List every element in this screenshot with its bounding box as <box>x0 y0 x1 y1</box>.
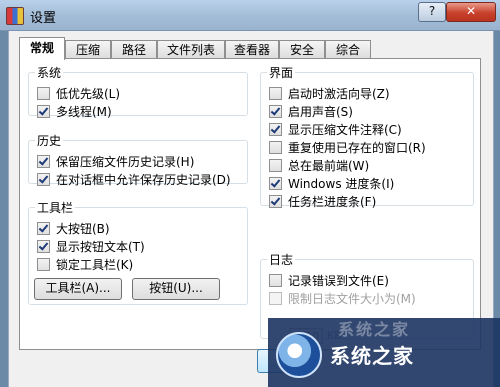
checkbox-box[interactable] <box>37 172 50 186</box>
tab-compression[interactable]: 压缩 <box>65 40 111 59</box>
checkbox-limit-log-size: 限制日志文件大小为(M) <box>269 290 416 306</box>
checkbox-reuse-window[interactable]: 重复使用已存在的窗口(R) <box>269 139 426 155</box>
tab-file-list[interactable]: 文件列表 <box>157 40 225 59</box>
checkbox-label: 显示压缩文件注释(C) <box>288 122 402 137</box>
winrar-app-icon <box>6 7 24 25</box>
checkbox-box[interactable] <box>37 154 50 168</box>
tab-general[interactable]: 常规 <box>19 37 65 60</box>
checkbox-enable-sound[interactable]: 启用声音(S) <box>269 103 353 119</box>
checkbox-box[interactable] <box>269 122 282 136</box>
group-interface-legend: 界面 <box>269 66 294 80</box>
group-system: 系统 低优先级(L) 多线程(M) <box>28 64 248 119</box>
checkbox-box[interactable] <box>37 257 50 271</box>
checkbox-label: 限制日志文件大小为(M) <box>288 291 416 306</box>
checkbox-low-priority[interactable]: 低优先级(L) <box>37 85 120 101</box>
checkbox-box[interactable] <box>37 221 50 235</box>
checkbox-box <box>269 291 282 305</box>
checkbox-startup-wizard[interactable]: 启动时激活向导(Z) <box>269 85 390 101</box>
group-toolbar: 工具栏 大按钮(B) 显示按钮文本(T) 锁定工具栏(K) 工具栏(A)... … <box>28 199 248 305</box>
help-button[interactable]: ? <box>418 2 446 22</box>
site-watermark: 系统之家 系统之家 <box>268 318 500 387</box>
checkbox-taskbar-progress[interactable]: 任务栏进度条(F) <box>269 193 376 209</box>
checkbox-label: 重复使用已存在的窗口(R) <box>288 140 426 155</box>
checkbox-label: 大按钮(B) <box>56 221 110 236</box>
buttons-settings-button[interactable]: 按钮(U)... <box>132 278 220 300</box>
group-log-legend: 日志 <box>269 253 294 267</box>
checkbox-keep-history[interactable]: 保留压缩文件历史记录(H) <box>37 153 194 169</box>
checkbox-dialog-history[interactable]: 在对话框中允许保存历史记录(D) <box>37 171 231 187</box>
group-history: 历史 保留压缩文件历史记录(H) 在对话框中允许保存历史记录(D) <box>28 132 248 187</box>
checkbox-large-buttons[interactable]: 大按钮(B) <box>37 220 110 236</box>
checkbox-box[interactable] <box>269 158 282 172</box>
checkbox-always-on-top[interactable]: 总在最前端(W) <box>269 157 369 173</box>
checkbox-lock-toolbar[interactable]: 锁定工具栏(K) <box>37 256 133 272</box>
checkbox-log-errors[interactable]: 记录错误到文件(E) <box>269 272 389 288</box>
checkbox-box[interactable] <box>37 239 50 253</box>
checkbox-windows-progress[interactable]: Windows 进度条(I) <box>269 175 394 191</box>
checkbox-box[interactable] <box>269 273 282 287</box>
tab-security[interactable]: 安全 <box>279 40 325 59</box>
checkbox-label: 启用声音(S) <box>288 104 353 119</box>
toolbar-settings-button[interactable]: 工具栏(A)... <box>34 278 122 300</box>
checkbox-label: 显示按钮文本(T) <box>56 239 145 254</box>
checkbox-box[interactable] <box>37 104 50 118</box>
tab-paths[interactable]: 路径 <box>111 40 157 59</box>
group-interface: 界面 启动时激活向导(Z) 启用声音(S) 显示压缩文件注释(C) 重复使用已存… <box>260 64 474 209</box>
checkbox-box[interactable] <box>37 86 50 100</box>
checkbox-box[interactable] <box>269 194 282 208</box>
close-button[interactable]: ✕ <box>446 2 496 22</box>
checkbox-label: 多线程(M) <box>56 104 112 119</box>
checkbox-label: 低优先级(L) <box>56 86 121 101</box>
checkbox-label: 启动时激活向导(Z) <box>288 86 390 101</box>
checkbox-box[interactable] <box>269 176 282 190</box>
window-title: 设置 <box>30 11 57 26</box>
checkbox-show-comments[interactable]: 显示压缩文件注释(C) <box>269 121 402 137</box>
checkbox-multithreading[interactable]: 多线程(M) <box>37 103 112 119</box>
title-bar: 设置 ? ✕ <box>0 0 500 31</box>
checkbox-label: 任务栏进度条(F) <box>288 194 377 209</box>
group-toolbar-legend: 工具栏 <box>37 201 74 215</box>
tab-panel-general: 系统 低优先级(L) 多线程(M) 历史 保留压缩文件历史记录(H) 在对话框中… <box>19 58 481 350</box>
group-system-legend: 系统 <box>37 66 62 80</box>
checkbox-show-button-text[interactable]: 显示按钮文本(T) <box>37 238 145 254</box>
watermark-text: 系统之家 <box>330 344 414 368</box>
checkbox-label: 保留压缩文件历史记录(H) <box>56 154 195 169</box>
checkbox-label: Windows 进度条(I) <box>288 176 395 191</box>
group-history-legend: 历史 <box>37 134 62 148</box>
checkbox-label: 锁定工具栏(K) <box>56 257 134 272</box>
tab-misc[interactable]: 综合 <box>325 40 371 59</box>
watermark-faint-text: 系统之家 <box>338 320 411 339</box>
checkbox-box[interactable] <box>269 104 282 118</box>
checkbox-label: 在对话框中允许保存历史记录(D) <box>56 172 231 187</box>
checkbox-label: 记录错误到文件(E) <box>288 273 389 288</box>
checkbox-box[interactable] <box>269 86 282 100</box>
checkbox-box[interactable] <box>269 140 282 154</box>
watermark-logo-icon <box>276 332 322 378</box>
checkbox-label: 总在最前端(W) <box>288 158 370 173</box>
tab-viewer[interactable]: 查看器 <box>225 40 279 59</box>
